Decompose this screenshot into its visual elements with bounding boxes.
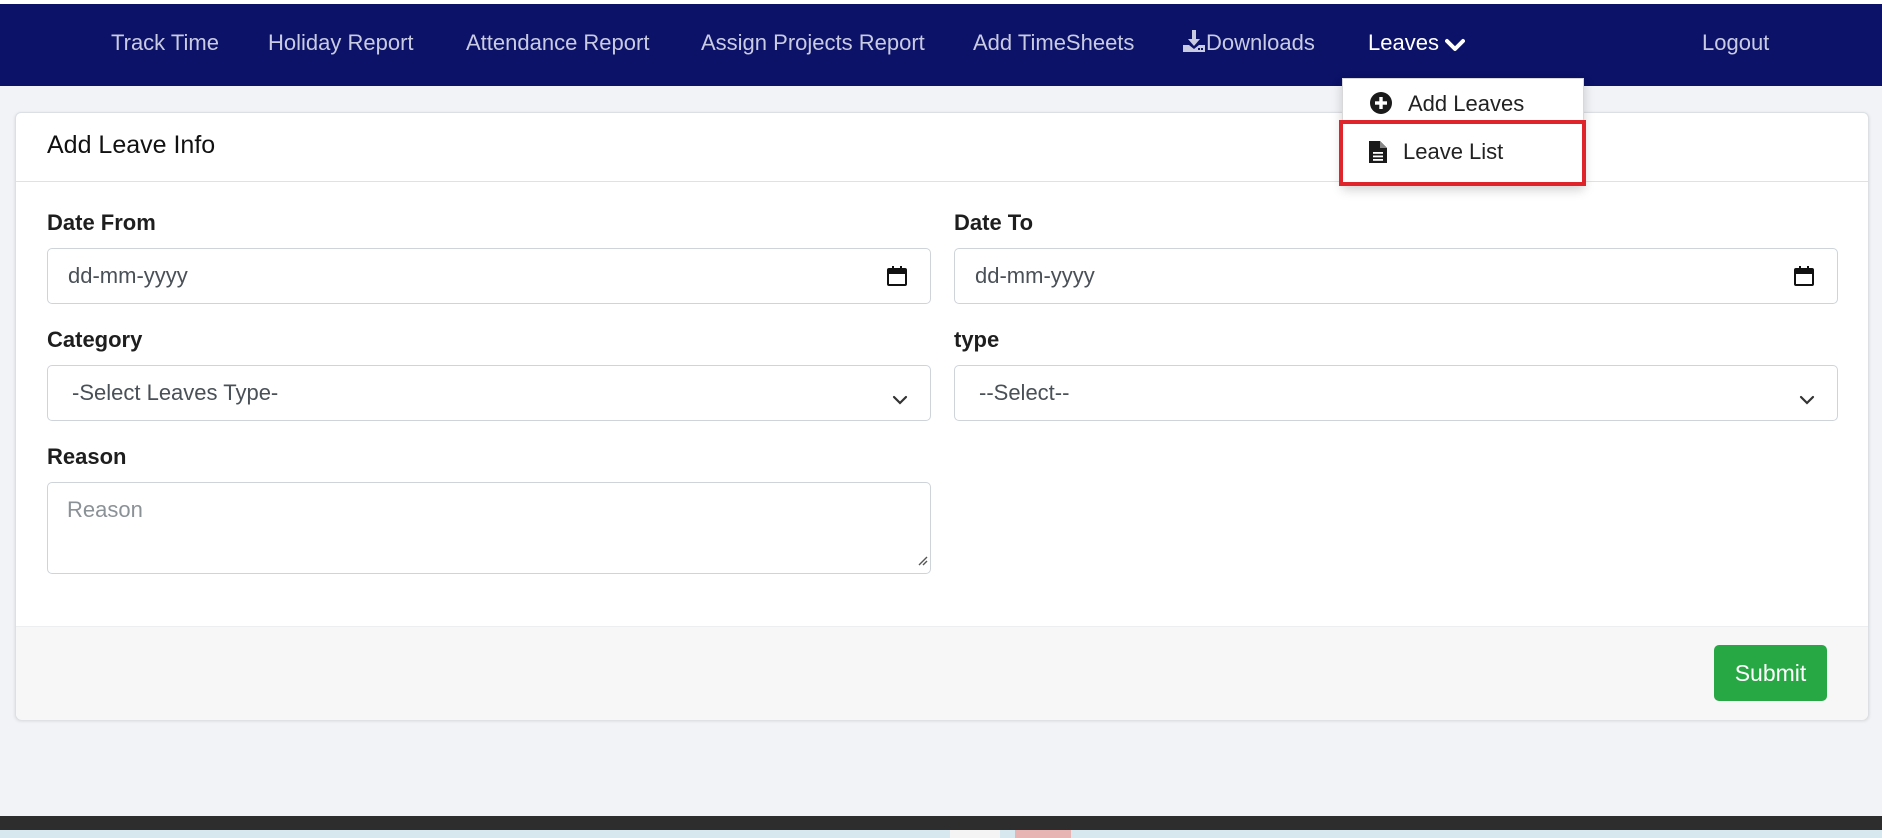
plus-circle-icon: [1369, 91, 1393, 121]
dropdown-item-add-leaves-label: Add Leaves: [1408, 91, 1525, 116]
download-icon: [1182, 30, 1206, 55]
type-select[interactable]: --Select--: [954, 365, 1838, 421]
nav-downloads-label: Downloads: [1206, 30, 1315, 55]
card-footer: Submit: [16, 626, 1868, 720]
chevron-down-icon: [892, 386, 908, 412]
card-header: Add Leave Info: [16, 113, 1868, 182]
bottom-tab: [950, 830, 1000, 838]
nav-assign-projects-report[interactable]: Assign Projects Report: [701, 4, 925, 86]
nav-leaves-toggle[interactable]: Leaves: [1368, 4, 1466, 86]
reason-textarea[interactable]: Reason: [47, 482, 931, 574]
type-label: type: [954, 327, 1000, 352]
nav-logout[interactable]: Logout: [1702, 4, 1769, 86]
calendar-icon[interactable]: [1793, 265, 1815, 293]
date-to-input[interactable]: dd-mm-yyyy: [954, 248, 1838, 304]
nav-holiday-report[interactable]: Holiday Report: [268, 4, 414, 86]
resize-handle-icon[interactable]: [916, 553, 928, 571]
bottom-tab: [1015, 830, 1071, 838]
chevron-down-icon: [1445, 30, 1466, 55]
date-to-placeholder: dd-mm-yyyy: [975, 263, 1095, 288]
reason-label: Reason: [47, 444, 127, 469]
bottom-strip: [0, 830, 1882, 838]
type-selected-value: --Select--: [979, 380, 1070, 405]
reason-placeholder: Reason: [67, 497, 143, 522]
add-leave-card: Add Leave Info Date From dd-mm-yyyy Date…: [15, 112, 1869, 720]
date-from-label: Date From: [47, 210, 156, 235]
nav-downloads[interactable]: Downloads: [1182, 4, 1315, 86]
calendar-icon[interactable]: [886, 265, 908, 293]
date-from-input[interactable]: dd-mm-yyyy: [47, 248, 931, 304]
page-title: Add Leave Info: [47, 131, 216, 159]
bottom-bar: [0, 816, 1882, 830]
top-navbar: Track Time Holiday Report Attendance Rep…: [0, 4, 1882, 86]
nav-leaves-label: Leaves: [1368, 30, 1439, 55]
nav-attendance-report[interactable]: Attendance Report: [466, 4, 649, 86]
category-selected-value: -Select Leaves Type-: [72, 380, 279, 405]
category-label: Category: [47, 327, 143, 352]
submit-button[interactable]: Submit: [1714, 645, 1827, 701]
chevron-down-icon: [1799, 386, 1815, 412]
nav-add-timesheets[interactable]: Add TimeSheets: [973, 4, 1134, 86]
date-from-placeholder: dd-mm-yyyy: [68, 263, 188, 288]
date-to-label: Date To: [954, 210, 1034, 235]
category-select[interactable]: -Select Leaves Type-: [47, 365, 931, 421]
highlight-annotation-box: [1339, 120, 1586, 186]
nav-track-time[interactable]: Track Time: [111, 4, 219, 86]
